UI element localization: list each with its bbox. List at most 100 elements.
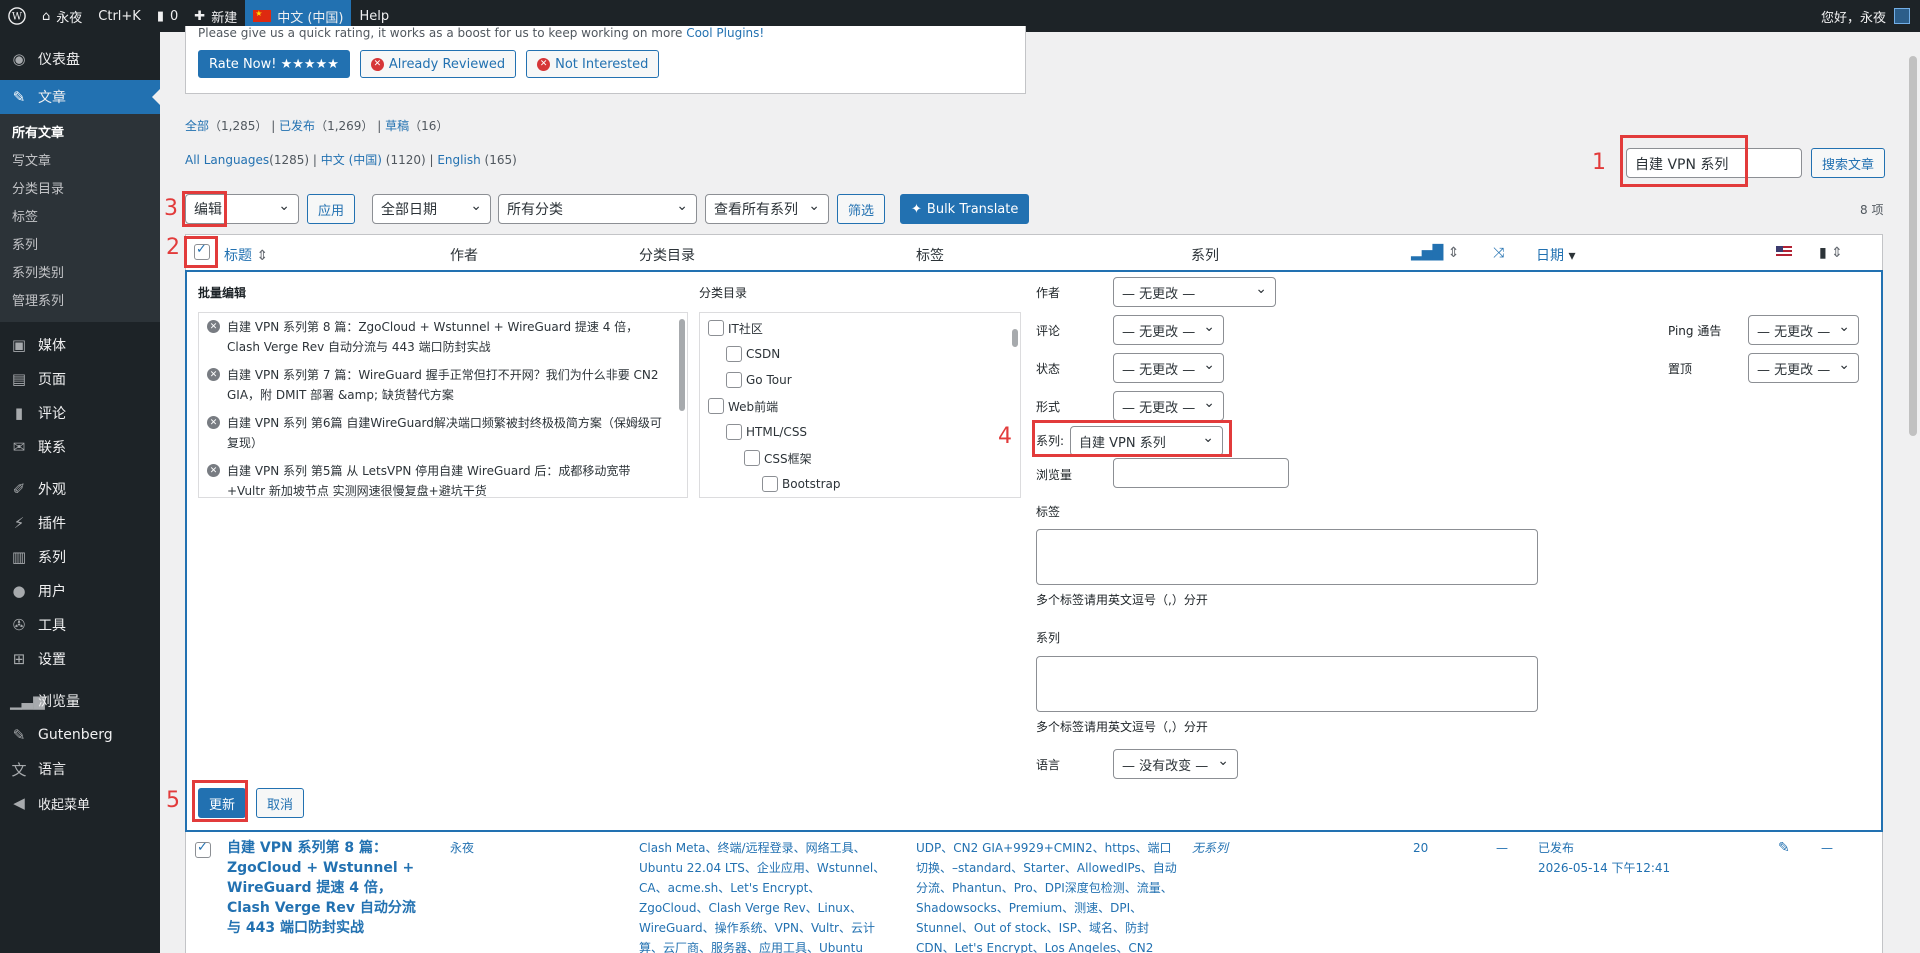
post-categories[interactable]: Clash Meta、终端/远程登录、网络工具、Ubuntu 22.04 LTS…: [639, 838, 889, 953]
category-item[interactable]: HTML/CSS: [708, 419, 1012, 445]
post-title-link[interactable]: 自建 VPN 系列第 8 篇：ZgoCloud + Wstunnel + Wir…: [227, 838, 427, 938]
column-views[interactable]: ▂▅█ ⇕: [1411, 245, 1460, 261]
category-scrollbar[interactable]: [1010, 313, 1020, 497]
site-home-link[interactable]: ⌂ 永夜: [34, 0, 90, 32]
column-title[interactable]: 标题 ⇕: [224, 245, 268, 265]
lang-all[interactable]: All Languages: [185, 153, 269, 167]
remove-icon[interactable]: ✕: [207, 416, 220, 429]
format-select[interactable]: — 无更改 —: [1113, 391, 1224, 421]
category-checkbox[interactable]: [726, 372, 742, 388]
apply-button[interactable]: 应用: [307, 194, 356, 224]
submenu-all-posts[interactable]: 所有文章: [0, 120, 160, 148]
category-checkbox[interactable]: [726, 346, 742, 362]
series-textarea[interactable]: [1036, 656, 1538, 712]
filter-draft[interactable]: 草稿: [385, 119, 409, 133]
sticky-select[interactable]: — 无更改 —: [1748, 353, 1859, 383]
not-interested-button[interactable]: ✕ Not Interested: [526, 50, 660, 78]
submenu-categories[interactable]: 分类目录: [0, 176, 160, 204]
submenu-manage-series[interactable]: 管理系列: [0, 288, 160, 316]
menu-tools[interactable]: ✇ 工具: [0, 608, 160, 642]
column-date[interactable]: 日期 ▾: [1536, 245, 1575, 265]
remove-icon[interactable]: ✕: [207, 368, 220, 381]
category-item[interactable]: Bootstrap: [708, 471, 1012, 497]
menu-contact[interactable]: ✉ 联系: [0, 430, 160, 464]
submenu-series[interactable]: 系列: [0, 232, 160, 260]
comments-link[interactable]: ▮ 0: [149, 0, 186, 32]
ping-select[interactable]: — 无更改 —: [1748, 315, 1859, 345]
avatar[interactable]: [1894, 8, 1910, 24]
remove-icon[interactable]: ✕: [207, 320, 220, 333]
edit-pencil-icon[interactable]: ✎: [1778, 838, 1790, 858]
submenu-series-types[interactable]: 系列类别: [0, 260, 160, 288]
menu-users[interactable]: ● 用户: [0, 574, 160, 608]
lang-zh[interactable]: 中文 (中国): [321, 153, 382, 167]
comment-select[interactable]: — 无更改 —: [1113, 315, 1224, 345]
category-checkbox[interactable]: [726, 424, 742, 440]
post-views[interactable]: 20: [1413, 838, 1428, 858]
category-filter-select[interactable]: 所有分类: [498, 194, 697, 224]
menu-pages[interactable]: ▤ 页面: [0, 362, 160, 396]
search-posts-button[interactable]: 搜索文章: [1811, 148, 1886, 178]
menu-dashboard[interactable]: ◉ 仪表盘: [0, 42, 160, 76]
highlight-box-1: [1620, 135, 1748, 187]
category-item[interactable]: CSDN: [708, 341, 1012, 367]
menu-appearance[interactable]: ✐ 外观: [0, 472, 160, 506]
column-author: 作者: [450, 248, 478, 264]
cancel-button[interactable]: 取消: [256, 788, 305, 818]
post-list-scrollbar[interactable]: [677, 313, 687, 497]
post-author[interactable]: 永夜: [450, 838, 474, 858]
category-checkbox[interactable]: [762, 476, 778, 492]
submenu-tags[interactable]: 标签: [0, 204, 160, 232]
submenu-new-post[interactable]: 写文章: [0, 148, 160, 176]
menu-comments[interactable]: ▮ 评论: [0, 396, 160, 430]
column-comments[interactable]: ▮ ⇕: [1819, 245, 1843, 261]
menu-gutenberg[interactable]: ✎ Gutenberg: [0, 718, 160, 752]
menu-views[interactable]: ▁▃▆ 浏览量: [0, 684, 160, 718]
filter-published[interactable]: 已发布: [279, 119, 315, 133]
filter-button[interactable]: 筛选: [837, 194, 886, 224]
category-item[interactable]: Go Tour: [708, 367, 1012, 393]
bulk-edit-panel: 批量编辑 ✕ 自建 VPN 系列第 8 篇：ZgoCloud + Wstunnel…: [185, 270, 1883, 832]
bulk-translate-button[interactable]: ✦ Bulk Translate: [900, 194, 1030, 224]
category-checkbox[interactable]: [744, 450, 760, 466]
menu-collapse[interactable]: ◀ 收起菜单: [0, 786, 160, 820]
shuffle-icon[interactable]: ⤨: [1493, 245, 1504, 261]
shortcut-item[interactable]: Ctrl+K: [90, 0, 149, 32]
category-item[interactable]: Web前端: [708, 393, 1012, 419]
date-filter-select[interactable]: 全部日期: [372, 194, 491, 224]
already-reviewed-button[interactable]: ✕ Already Reviewed: [359, 50, 517, 78]
comment-bubble-icon: ▮: [156, 8, 164, 24]
menu-media[interactable]: ▣ 媒体: [0, 328, 160, 362]
menu-language[interactable]: 文语言: [0, 752, 160, 786]
lang-en[interactable]: English: [437, 153, 480, 167]
filter-all[interactable]: 全部: [185, 119, 209, 133]
views-input[interactable]: [1113, 458, 1289, 488]
series-filter-select[interactable]: 查看所有系列: [705, 194, 829, 224]
menu-settings[interactable]: ⊞ 设置: [0, 642, 160, 676]
category-item[interactable]: IT社区: [708, 315, 1012, 341]
row-checkbox[interactable]: [195, 840, 211, 858]
menu-posts[interactable]: ✎ 文章: [0, 80, 160, 114]
category-item[interactable]: CSS框架: [708, 445, 1012, 471]
tags-textarea[interactable]: [1036, 529, 1538, 585]
language-select[interactable]: — 没有改变 —: [1113, 749, 1238, 779]
menu-plugins[interactable]: ⚡ 插件: [0, 506, 160, 540]
status-select[interactable]: — 无更改 —: [1113, 353, 1224, 383]
greeting[interactable]: 您好，永夜: [1821, 7, 1886, 26]
brush-icon: ✐: [12, 480, 26, 498]
status-filter-links: 全部（1,285） | 已发布（1,269） | 草稿（16）: [185, 119, 449, 133]
rate-now-button[interactable]: Rate Now! ★★★★★: [198, 50, 350, 78]
translate-icon: 文: [11, 760, 27, 779]
post-tags[interactable]: UDP、CN2 GIA+9929+CMIN2、https、端口切换、–stand…: [916, 838, 1178, 953]
bulk-post-list: ✕ 自建 VPN 系列第 8 篇：ZgoCloud + Wstunnel + Wi…: [198, 312, 688, 498]
wp-logo-icon[interactable]: W: [0, 0, 34, 32]
page-scrollbar[interactable]: [1906, 32, 1920, 953]
remove-icon[interactable]: ✕: [207, 464, 220, 477]
category-checkbox[interactable]: [708, 320, 724, 336]
author-select[interactable]: — 无更改 —: [1113, 277, 1276, 307]
notice-link[interactable]: Cool Plugins!: [686, 26, 764, 40]
category-checkbox[interactable]: [708, 398, 724, 414]
author-label: 作者: [1036, 286, 1061, 300]
menu-series[interactable]: ▥ 系列: [0, 540, 160, 574]
plugin-icon: ⚡: [13, 514, 25, 532]
